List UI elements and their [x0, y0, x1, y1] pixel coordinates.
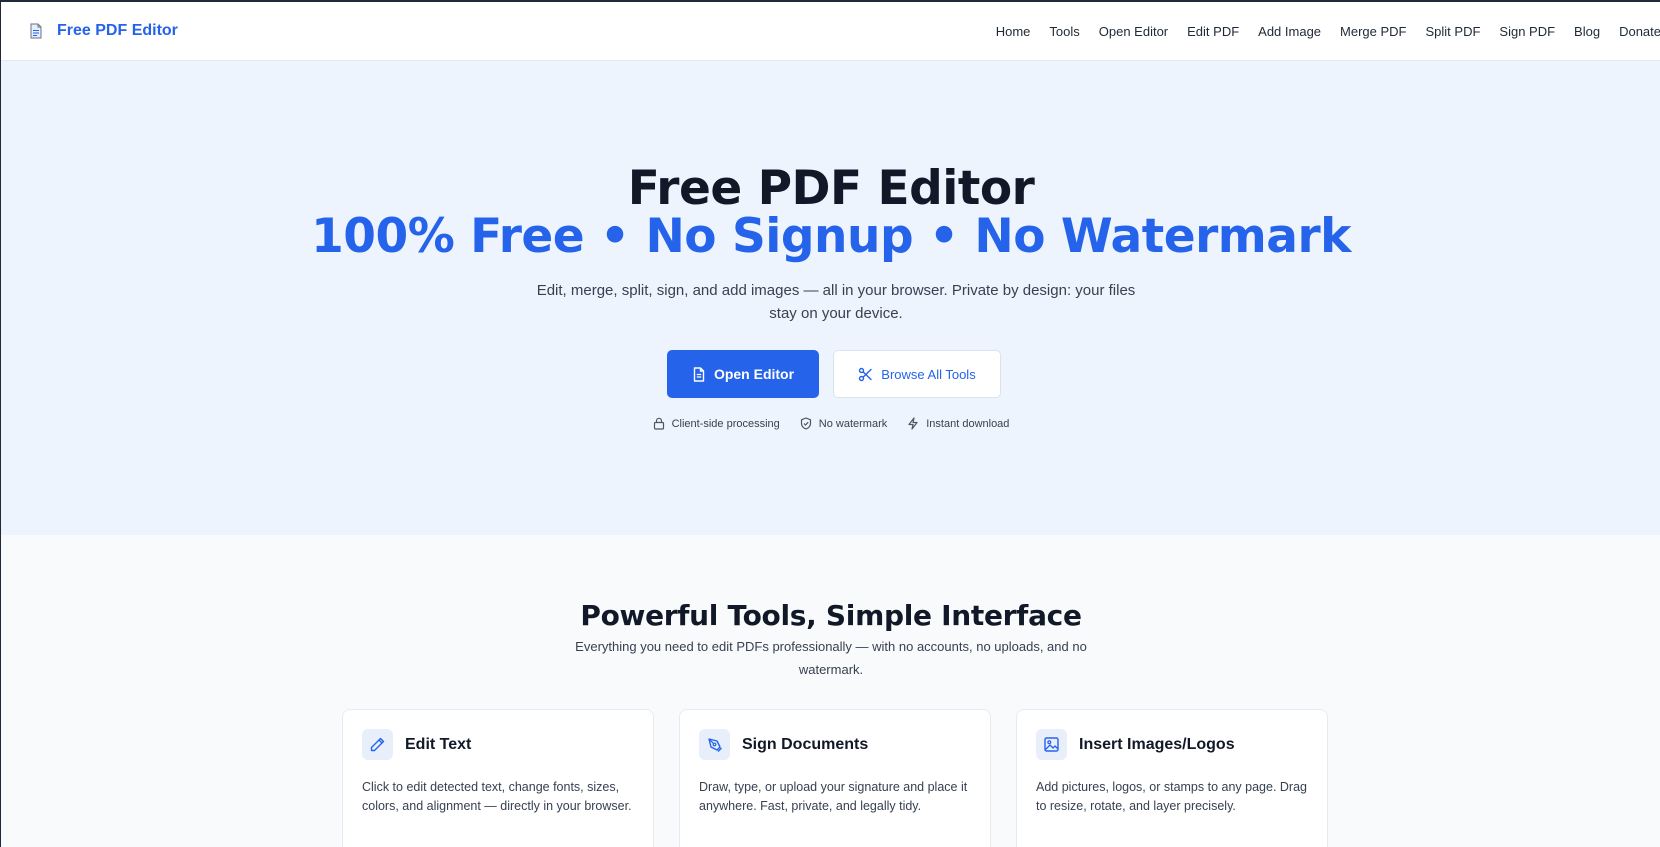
- card-text: Add pictures, logos, or stamps to any pa…: [1036, 780, 1307, 813]
- badge-label: Instant download: [926, 417, 1010, 430]
- features-title: Powerful Tools, Simple Interface: [580, 599, 1082, 632]
- pencil-icon: [362, 729, 393, 760]
- main-nav: Home Tools Open Editor Edit PDF Add Imag…: [996, 24, 1660, 39]
- site-header: Free PDF Editor Home Tools Open Editor E…: [1, 2, 1660, 61]
- browse-tools-button[interactable]: Browse All Tools: [833, 350, 1001, 398]
- nav-blog[interactable]: Blog: [1574, 24, 1600, 39]
- shield-check-icon: [800, 417, 811, 430]
- feature-card-sign[interactable]: Sign Documents Draw, type, or upload you…: [679, 709, 991, 847]
- hero-section: Free PDF Editor 100% Free • No Signup • …: [1, 61, 1660, 535]
- card-text: Click to edit detected text, change font…: [362, 780, 632, 813]
- badge-instant-download: Instant download: [907, 417, 1009, 430]
- card-title: Edit Text: [405, 735, 472, 753]
- card-title: Sign Documents: [742, 735, 869, 753]
- feature-card-edit-text[interactable]: Edit Text Click to edit detected text, c…: [342, 709, 654, 847]
- brand-name: Free PDF Editor: [57, 22, 178, 39]
- pen-nib-icon: [699, 729, 730, 760]
- badge-no-watermark: No watermark: [800, 417, 887, 430]
- card-title: Insert Images/Logos: [1079, 735, 1235, 753]
- brand[interactable]: Free PDF Editor: [29, 22, 178, 40]
- hero-title: Free PDF Editor: [627, 161, 1035, 216]
- hero-description: Edit, merge, split, sign, and add images…: [536, 282, 1136, 322]
- trust-badges: Client-side processing No watermark Inst…: [1, 417, 1660, 430]
- nav-open-editor[interactable]: Open Editor: [1099, 24, 1168, 39]
- card-text: Draw, type, or upload your signature and…: [699, 780, 968, 813]
- nav-home[interactable]: Home: [996, 24, 1031, 39]
- scissors-icon: [859, 367, 872, 381]
- nav-sign-pdf[interactable]: Sign PDF: [1499, 24, 1555, 39]
- pdf-file-icon: [30, 23, 42, 39]
- hero-actions: Open Editor Browse All Tools: [667, 350, 1001, 398]
- nav-tools[interactable]: Tools: [1049, 24, 1079, 39]
- browse-tools-label: Browse All Tools: [881, 366, 976, 382]
- nav-edit-pdf[interactable]: Edit PDF: [1187, 24, 1239, 39]
- document-icon: [693, 366, 705, 382]
- badge-label: No watermark: [818, 417, 888, 430]
- hero-subtitle: 100% Free • No Signup • No Watermark: [311, 209, 1351, 264]
- feature-cards: Edit Text Click to edit detected text, c…: [342, 709, 1328, 847]
- image-icon: [1036, 729, 1067, 760]
- badge-label: Client-side processing: [671, 417, 780, 430]
- lock-icon: [653, 417, 664, 430]
- open-editor-label: Open Editor: [713, 366, 795, 382]
- nav-donate[interactable]: Donate: [1619, 24, 1660, 39]
- open-editor-button[interactable]: Open Editor: [667, 350, 819, 398]
- nav-add-image[interactable]: Add Image: [1258, 24, 1321, 39]
- nav-split-pdf[interactable]: Split PDF: [1426, 24, 1481, 39]
- badge-client-side: Client-side processing: [653, 417, 780, 430]
- lightning-icon: [908, 417, 918, 430]
- nav-merge-pdf[interactable]: Merge PDF: [1340, 24, 1406, 39]
- feature-card-images[interactable]: Insert Images/Logos Add pictures, logos,…: [1016, 709, 1328, 847]
- features-description: Everything you need to edit PDFs profess…: [575, 639, 1087, 677]
